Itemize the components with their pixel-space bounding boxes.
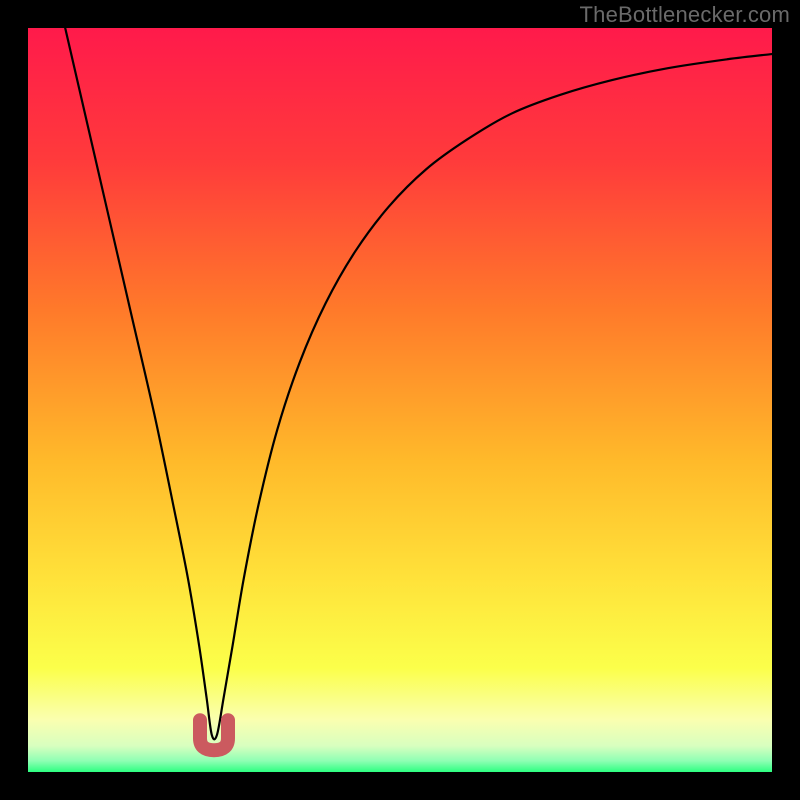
plot-frame: [28, 28, 772, 772]
gradient-background: [28, 28, 772, 772]
watermark-text: TheBottlenecker.com: [580, 2, 790, 28]
bottleneck-chart: [28, 28, 772, 772]
chart-container: TheBottlenecker.com: [0, 0, 800, 800]
